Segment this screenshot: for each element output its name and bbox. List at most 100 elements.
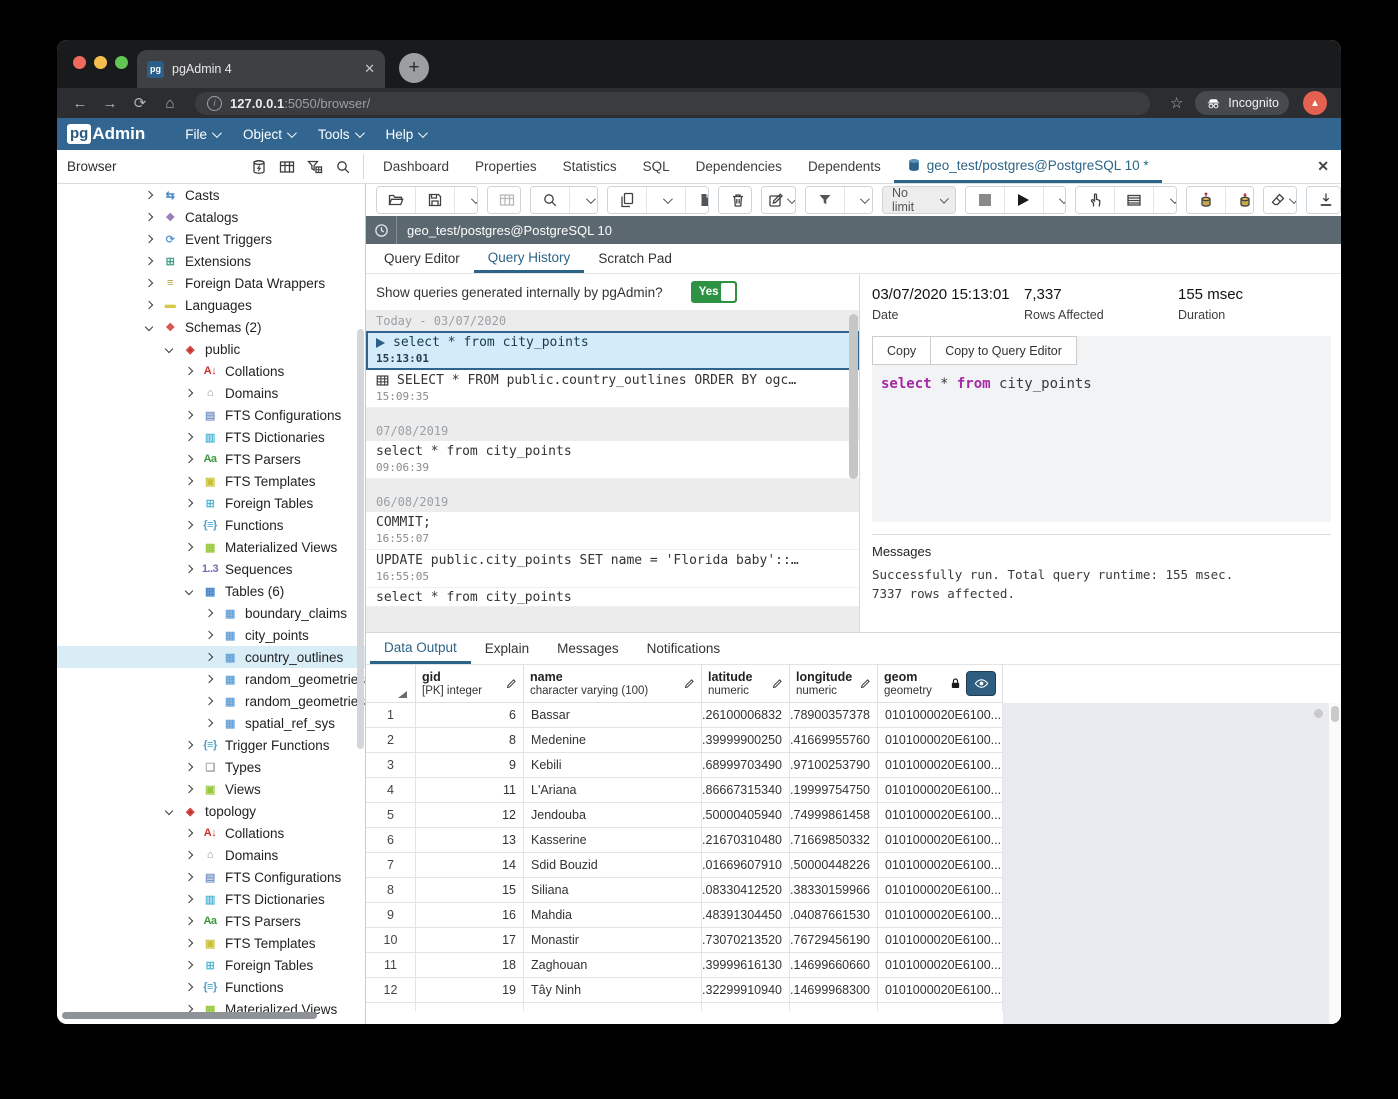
tree-item[interactable]: ▣ FTS Templates	[57, 932, 365, 954]
longitude-cell[interactable]: 0.19999754750	[790, 778, 878, 803]
history-scrollbar[interactable]	[849, 314, 858, 479]
tree-item[interactable]: {≡} Trigger Functions	[57, 734, 365, 756]
name-cell[interactable]: Kebili	[524, 753, 702, 778]
gid-cell[interactable]: 13	[416, 828, 524, 853]
panel-tab[interactable]: Statistics	[550, 150, 630, 183]
chevron-icon[interactable]	[183, 434, 195, 440]
tab-close-icon[interactable]: ✕	[364, 61, 375, 77]
tree-item[interactable]: ❖ Catalogs	[57, 206, 365, 228]
copy-button[interactable]	[608, 187, 647, 213]
copy-button[interactable]: Copy	[872, 336, 931, 365]
new-tab-button[interactable]: +	[399, 53, 429, 83]
gid-cell[interactable]: 15	[416, 878, 524, 903]
latitude-cell[interactable]: .86667315340	[702, 778, 790, 803]
copy-to-query-editor-button[interactable]: Copy to Query Editor	[931, 336, 1077, 365]
chevron-icon[interactable]	[183, 940, 195, 946]
search-button[interactable]	[531, 187, 570, 213]
chevron-icon[interactable]	[143, 302, 155, 308]
minimize-window-button[interactable]	[94, 56, 107, 69]
latitude-cell[interactable]: .32299910940	[702, 978, 790, 1003]
gid-cell[interactable]: 14	[416, 853, 524, 878]
name-cell[interactable]: Sdid Bouzid	[524, 853, 702, 878]
row-number-cell[interactable]: 4	[366, 778, 416, 803]
grid-scroll-dot[interactable]	[1314, 709, 1323, 718]
name-cell[interactable]: Kasserine	[524, 828, 702, 853]
geom-cell[interactable]: 0101000020E6100...	[878, 803, 1003, 828]
query-editor-tab[interactable]: Query Editor	[370, 244, 474, 273]
latitude-cell[interactable]: .26100006832	[702, 703, 790, 728]
name-cell[interactable]: L'Ariana	[524, 778, 702, 803]
longitude-cell[interactable]: 1.04087661530	[790, 903, 878, 928]
chevron-icon[interactable]	[183, 742, 195, 748]
name-cell[interactable]: Mahdia	[524, 903, 702, 928]
chevron-icon[interactable]	[143, 214, 155, 220]
row-number-cell[interactable]: 9	[366, 903, 416, 928]
maximize-window-button[interactable]	[115, 56, 128, 69]
chevron-icon[interactable]	[143, 280, 155, 286]
search-dropdown-button[interactable]	[570, 187, 598, 213]
output-tab[interactable]: Data Output	[370, 633, 471, 664]
geom-cell[interactable]: 0101000020E6100...	[878, 778, 1003, 803]
longitude-cell[interactable]: 0.78900357378	[790, 703, 878, 728]
show-internal-queries-toggle[interactable]: Yes	[691, 281, 737, 303]
commit-button[interactable]	[1187, 187, 1226, 213]
column-header-latitude[interactable]: latitudenumeric	[702, 665, 790, 703]
row-number-cell[interactable]: 8	[366, 878, 416, 903]
name-cell[interactable]: Bassar	[524, 703, 702, 728]
rollback-button[interactable]	[1226, 187, 1254, 213]
tree-item[interactable]: ▬ Languages	[57, 294, 365, 316]
query-tool-tab[interactable]: geo_test/postgres@PostgreSQL 10 *	[894, 150, 1162, 183]
chevron-icon[interactable]	[183, 962, 195, 968]
forward-icon[interactable]: →	[97, 95, 123, 112]
tree-item[interactable]: ▦ spatial_ref_sys	[57, 712, 365, 734]
tree-item[interactable]: {≡} Functions	[57, 976, 365, 998]
tree-item[interactable]: Aa FTS Parsers	[57, 448, 365, 470]
output-tab[interactable]: Explain	[471, 633, 543, 664]
history-entry[interactable]: select * from city_points 09:06:39	[366, 441, 859, 479]
column-header-longitude[interactable]: longitudenumeric	[790, 665, 878, 703]
gid-cell[interactable]: 11	[416, 778, 524, 803]
tree-item[interactable]: ▤ FTS Configurations	[57, 404, 365, 426]
longitude-cell[interactable]: 8.71669850332	[790, 828, 878, 853]
geom-cell[interactable]: 0101000020E6100...	[878, 978, 1003, 1003]
latitude-cell[interactable]: .39999900250	[702, 728, 790, 753]
site-info-icon[interactable]: i	[207, 96, 222, 111]
row-number-cell[interactable]: 3	[366, 753, 416, 778]
row-number-cell[interactable]: 2	[366, 728, 416, 753]
query-editor-tab[interactable]: Query History	[474, 244, 585, 273]
geom-cell[interactable]: 0101000020E6100...	[878, 878, 1003, 903]
chevron-icon[interactable]	[203, 720, 215, 726]
tree-item[interactable]: ▦ city_points	[57, 624, 365, 646]
column-header-name[interactable]: namecharacter varying (100)	[524, 665, 702, 703]
row-limit-select[interactable]: No limit	[882, 186, 956, 214]
geom-cell[interactable]: 0101000020E6100...	[878, 928, 1003, 953]
chevron-icon[interactable]	[203, 610, 215, 616]
chevron-icon[interactable]	[183, 874, 195, 880]
history-entry[interactable]: select * from city_points	[366, 588, 859, 607]
tree-item[interactable]: A↓ Collations	[57, 360, 365, 382]
tree-item[interactable]: ▦ Materialized Views	[57, 536, 365, 558]
execute-dropdown-button[interactable]	[1044, 187, 1067, 213]
row-number-cell[interactable]: 7	[366, 853, 416, 878]
name-cell[interactable]: Siliana	[524, 878, 702, 903]
close-window-button[interactable]	[73, 56, 86, 69]
reload-icon[interactable]: ⟳	[127, 94, 153, 112]
back-icon[interactable]: ←	[67, 95, 93, 112]
view-geometry-button[interactable]	[966, 671, 996, 696]
longitude-cell[interactable]: 0.14699660660	[790, 953, 878, 978]
tree-item[interactable]: ▦ random_geometries	[57, 690, 365, 712]
paste-button[interactable]	[686, 187, 709, 213]
tree-item[interactable]: A↓ Collations	[57, 822, 365, 844]
save-file-button[interactable]	[416, 187, 455, 213]
chevron-icon[interactable]	[183, 852, 195, 858]
geom-cell[interactable]: 0101000020E6100...	[878, 753, 1003, 778]
name-cell[interactable]: Jendouba	[524, 803, 702, 828]
find-replace-grid-button[interactable]	[488, 187, 522, 213]
chevron-icon[interactable]	[163, 346, 175, 352]
filtered-rows-icon[interactable]	[301, 150, 329, 183]
chevron-icon[interactable]	[183, 896, 195, 902]
panel-tab[interactable]: Properties	[462, 150, 550, 183]
latitude-cell[interactable]: .68999703490	[702, 753, 790, 778]
chevron-icon[interactable]	[163, 808, 175, 814]
chevron-icon[interactable]	[183, 984, 195, 990]
